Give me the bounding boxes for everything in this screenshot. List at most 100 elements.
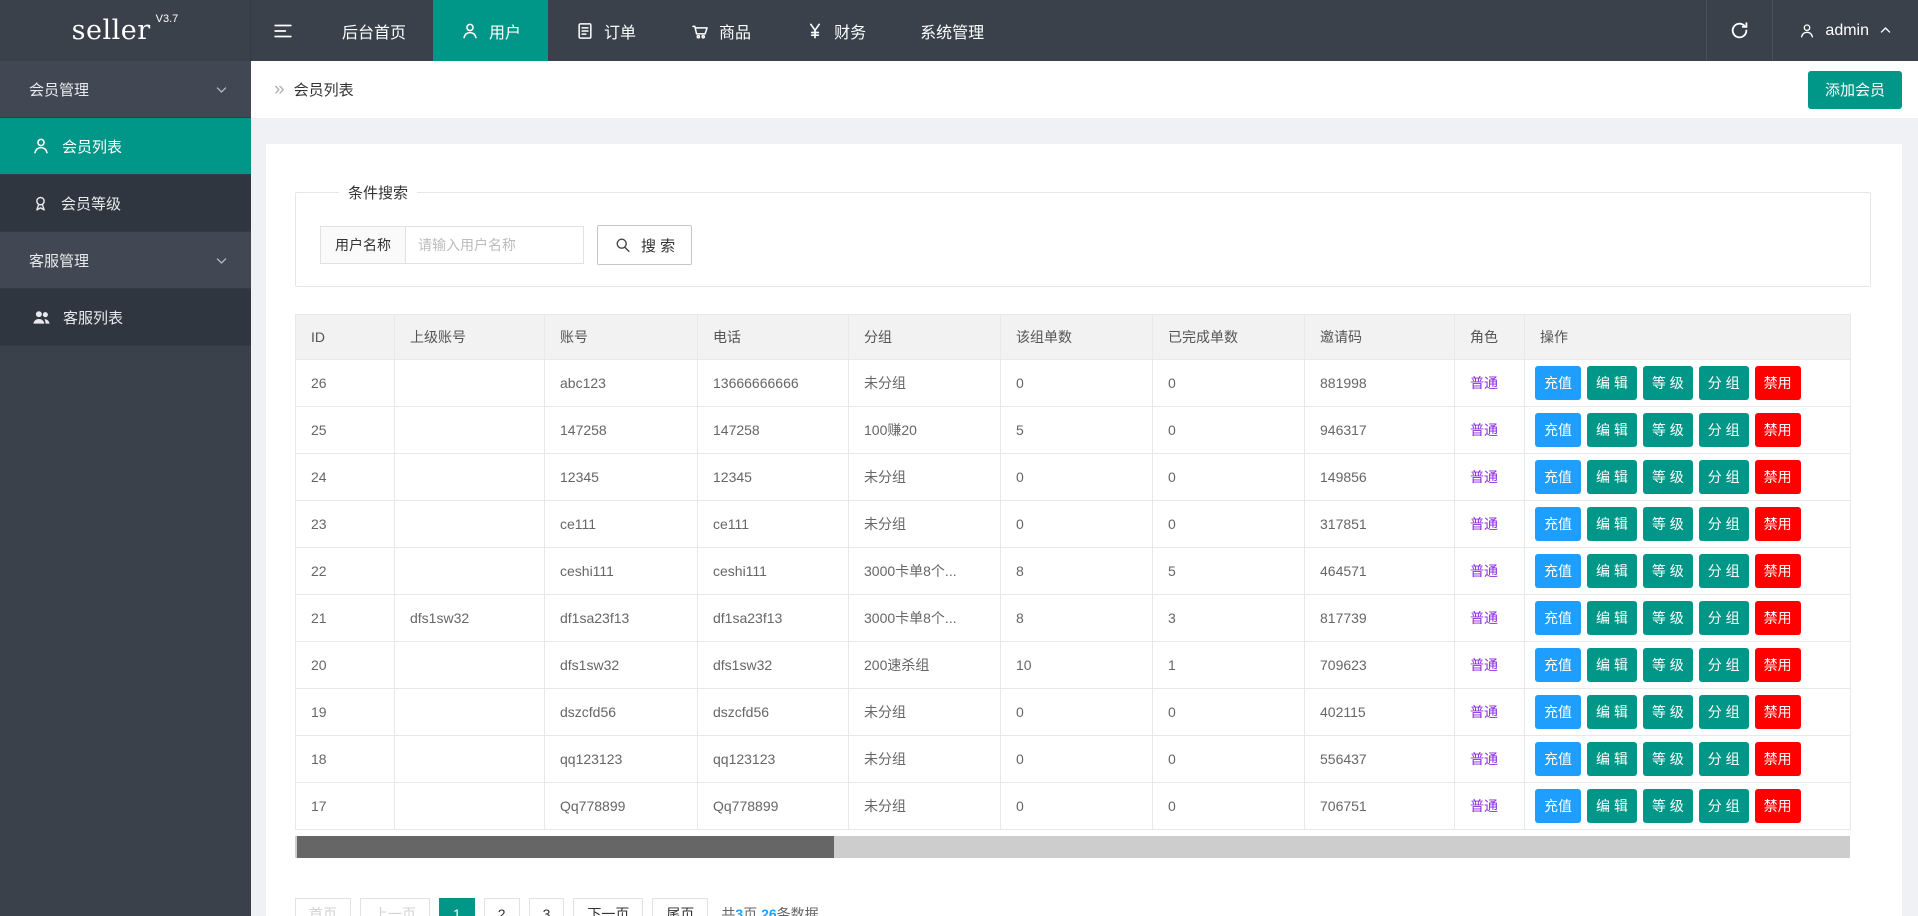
action-button-disable[interactable]: 禁用: [1754, 601, 1801, 635]
nav-item-orders[interactable]: 订单: [548, 0, 663, 61]
role-link[interactable]: 普通: [1470, 516, 1498, 532]
action-button-group[interactable]: 分 组: [1698, 695, 1749, 729]
cell-account: ceshi111: [544, 547, 698, 595]
page-button-next[interactable]: 下一页: [573, 898, 644, 916]
action-button-edit[interactable]: 编 辑: [1587, 554, 1637, 588]
page-button-page-3[interactable]: 3: [528, 898, 565, 916]
cell-phone: 13666666666: [697, 359, 849, 407]
action-button-edit[interactable]: 编 辑: [1587, 601, 1637, 635]
sidebar-item-member-level[interactable]: 会员等级: [0, 175, 251, 232]
table-row: 21 dfs1sw32 df1sa23f13 df1sa23f13 3000卡单…: [295, 594, 1851, 642]
refresh-button[interactable]: [1706, 0, 1772, 61]
menu-toggle-button[interactable]: [251, 0, 315, 61]
cell-actions: 充值编 辑等 级分 组禁用: [1524, 641, 1851, 689]
role-link[interactable]: 普通: [1470, 751, 1498, 767]
cell-id: 22: [295, 547, 395, 595]
role-link[interactable]: 普通: [1470, 422, 1498, 438]
action-button-disable[interactable]: 禁用: [1754, 460, 1801, 494]
action-button-recharge[interactable]: 充值: [1535, 695, 1581, 729]
action-button-group[interactable]: 分 组: [1698, 507, 1749, 541]
topbar: seller V3.7 后台首页 用户 订单 商品 财务 系统管理 admin: [0, 0, 1918, 61]
nav-item-users[interactable]: 用户: [433, 0, 549, 61]
action-button-disable[interactable]: 禁用: [1754, 413, 1801, 447]
action-button-recharge[interactable]: 充值: [1535, 507, 1581, 541]
action-button-level[interactable]: 等 级: [1642, 648, 1693, 682]
cell-account: qq123123: [544, 735, 698, 783]
action-button-group[interactable]: 分 组: [1698, 554, 1749, 588]
action-button-disable[interactable]: 禁用: [1754, 366, 1801, 400]
sidebar-item-service-manage[interactable]: 客服管理: [0, 232, 251, 289]
cell-actions: 充值编 辑等 级分 组禁用: [1524, 359, 1851, 407]
action-button-group[interactable]: 分 组: [1698, 789, 1749, 823]
person-icon: [1798, 22, 1816, 40]
pagination-buttons: 首页 上一页 1 2 3 下一页 尾页: [295, 898, 709, 916]
action-button-level[interactable]: 等 级: [1642, 460, 1693, 494]
action-button-level[interactable]: 等 级: [1642, 507, 1693, 541]
action-button-level[interactable]: 等 级: [1642, 695, 1693, 729]
role-link[interactable]: 普通: [1470, 469, 1498, 485]
action-button-edit[interactable]: 编 辑: [1587, 413, 1637, 447]
scrollbar-thumb[interactable]: [297, 836, 834, 858]
action-button-disable[interactable]: 禁用: [1754, 554, 1801, 588]
nav-item-dashboard[interactable]: 后台首页: [315, 0, 433, 61]
action-button-level[interactable]: 等 级: [1642, 789, 1693, 823]
nav-item-system[interactable]: 系统管理: [893, 0, 1011, 61]
action-button-edit[interactable]: 编 辑: [1587, 366, 1637, 400]
action-button-edit[interactable]: 编 辑: [1587, 789, 1637, 823]
cell-completed-orders: 0: [1152, 453, 1305, 501]
action-button-level[interactable]: 等 级: [1642, 554, 1693, 588]
cell-role: 普通: [1454, 641, 1525, 689]
action-button-level[interactable]: 等 级: [1642, 366, 1693, 400]
action-button-level[interactable]: 等 级: [1642, 413, 1693, 447]
action-button-group[interactable]: 分 组: [1698, 648, 1749, 682]
cell-group-orders: 0: [1000, 688, 1153, 736]
action-button-edit[interactable]: 编 辑: [1587, 507, 1637, 541]
action-button-level[interactable]: 等 级: [1642, 742, 1693, 776]
action-button-group[interactable]: 分 组: [1698, 366, 1749, 400]
role-link[interactable]: 普通: [1470, 610, 1498, 626]
action-button-level[interactable]: 等 级: [1642, 601, 1693, 635]
nav-item-finance[interactable]: 财务: [778, 0, 893, 61]
username-input[interactable]: [406, 226, 584, 264]
action-button-disable[interactable]: 禁用: [1754, 695, 1801, 729]
page-button-last[interactable]: 尾页: [652, 898, 709, 916]
action-button-disable[interactable]: 禁用: [1754, 789, 1801, 823]
page-button-page-2[interactable]: 2: [483, 898, 520, 916]
action-button-group[interactable]: 分 组: [1698, 742, 1749, 776]
action-button-disable[interactable]: 禁用: [1754, 742, 1801, 776]
role-link[interactable]: 普通: [1470, 375, 1498, 391]
nav-item-goods[interactable]: 商品: [663, 0, 778, 61]
action-button-recharge[interactable]: 充值: [1535, 742, 1581, 776]
page-button-first[interactable]: 首页: [295, 898, 351, 916]
action-button-recharge[interactable]: 充值: [1535, 460, 1581, 494]
action-button-recharge[interactable]: 充值: [1535, 789, 1581, 823]
action-button-edit[interactable]: 编 辑: [1587, 460, 1637, 494]
action-button-recharge[interactable]: 充值: [1535, 554, 1581, 588]
action-button-group[interactable]: 分 组: [1698, 601, 1749, 635]
sidebar-item-service-list[interactable]: 客服列表: [0, 289, 251, 346]
action-button-group[interactable]: 分 组: [1698, 413, 1749, 447]
action-button-edit[interactable]: 编 辑: [1587, 695, 1637, 729]
page-button-prev[interactable]: 上一页: [360, 898, 430, 916]
page-button-page-1[interactable]: 1: [439, 898, 475, 916]
action-button-disable[interactable]: 禁用: [1754, 648, 1801, 682]
admin-menu[interactable]: admin: [1772, 0, 1918, 61]
action-button-recharge[interactable]: 充值: [1535, 601, 1581, 635]
action-button-recharge[interactable]: 充值: [1535, 366, 1581, 400]
horizontal-scrollbar[interactable]: [295, 836, 1850, 858]
action-button-edit[interactable]: 编 辑: [1587, 742, 1637, 776]
search-button[interactable]: 搜 索: [597, 225, 693, 265]
role-link[interactable]: 普通: [1470, 704, 1498, 720]
action-button-disable[interactable]: 禁用: [1754, 507, 1801, 541]
sidebar-item-member-manage[interactable]: 会员管理: [0, 61, 251, 118]
action-button-recharge[interactable]: 充值: [1535, 413, 1581, 447]
action-button-edit[interactable]: 编 辑: [1587, 648, 1637, 682]
add-member-button[interactable]: 添加会员: [1807, 70, 1902, 109]
action-button-recharge[interactable]: 充值: [1535, 648, 1581, 682]
nav-item-label: 系统管理: [920, 24, 985, 42]
role-link[interactable]: 普通: [1470, 798, 1498, 814]
sidebar-item-member-list[interactable]: 会员列表: [0, 118, 251, 175]
role-link[interactable]: 普通: [1470, 657, 1498, 673]
role-link[interactable]: 普通: [1470, 563, 1498, 579]
action-button-group[interactable]: 分 组: [1698, 460, 1749, 494]
